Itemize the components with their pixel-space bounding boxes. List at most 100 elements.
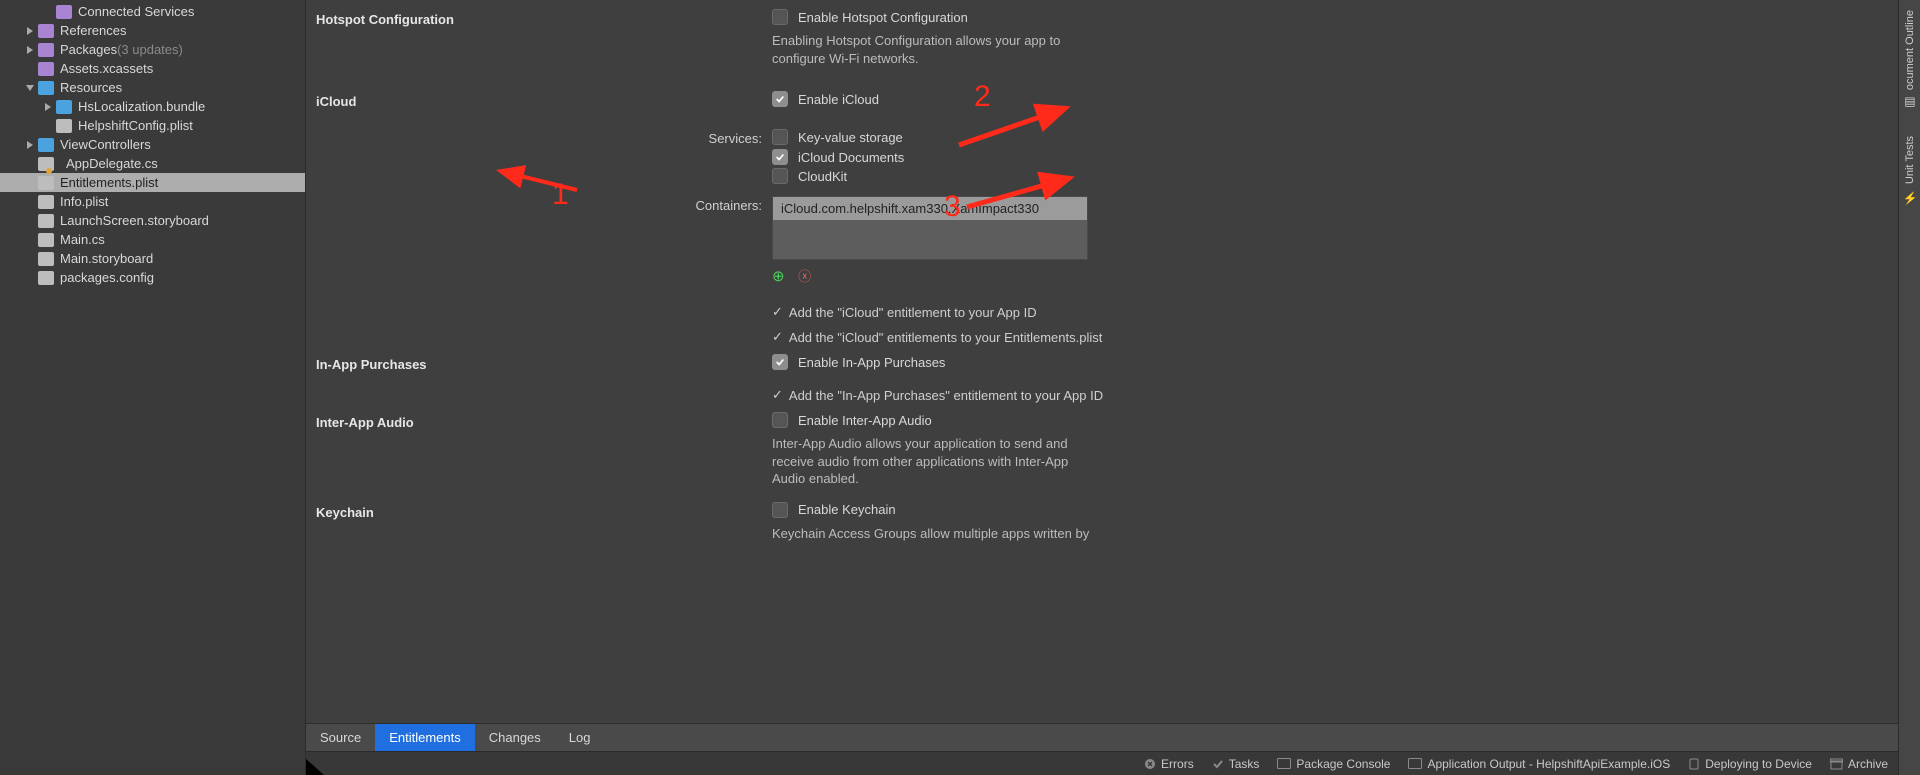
tree-item-label: Entitlements.plist: [60, 175, 158, 190]
tree-item[interactable]: Connected Services: [0, 2, 305, 21]
tree-item-label: ViewControllers: [60, 137, 151, 152]
status-archive[interactable]: Archive: [1830, 757, 1888, 771]
label-enable-keychain: Enable Keychain: [798, 502, 896, 517]
folder-icon: [38, 62, 54, 76]
disclosure-triangle-icon[interactable]: [27, 46, 33, 54]
checkbox-enable-iaa[interactable]: [772, 412, 788, 428]
warning-dot-icon: [46, 168, 52, 174]
output-icon: [1408, 758, 1422, 769]
tree-item-label: packages.config: [60, 270, 154, 285]
section-iaa: Inter-App Audio: [316, 412, 772, 430]
add-container-button[interactable]: ⊕: [772, 268, 785, 285]
disclosure-triangle-icon[interactable]: [27, 27, 33, 35]
status-application-output[interactable]: Application Output - HelpshiftApiExample…: [1408, 757, 1670, 771]
checkbox-kv-storage[interactable]: [772, 129, 788, 145]
tree-item[interactable]: Info.plist: [0, 192, 305, 211]
status-errors[interactable]: Errors: [1144, 757, 1194, 771]
status-tasks[interactable]: Tasks: [1212, 757, 1260, 771]
archive-icon: [1830, 758, 1843, 770]
folder-icon: [38, 81, 54, 95]
tree-item[interactable]: Packages (3 updates): [0, 40, 305, 59]
dock-document-outline[interactable]: ▤ocument Outline: [1903, 0, 1917, 126]
console-icon: [1277, 758, 1291, 769]
tree-item[interactable]: ViewControllers: [0, 135, 305, 154]
containers-list[interactable]: iCloud.com.helpshift.xam330.XamImpact330: [772, 196, 1088, 260]
file-icon: [38, 233, 54, 247]
right-dock: ▤ocument Outline ⚡Unit Tests: [1898, 0, 1920, 775]
folder-icon: [38, 138, 54, 152]
tree-item[interactable]: References: [0, 21, 305, 40]
checkbox-icloud-documents[interactable]: [772, 149, 788, 165]
checkbox-enable-icloud[interactable]: [772, 91, 788, 107]
file-icon: [56, 119, 72, 133]
section-icloud: iCloud: [316, 91, 772, 109]
label-kv-storage: Key-value storage: [798, 130, 903, 145]
section-hotspot: Hotspot Configuration: [316, 9, 772, 27]
tree-item[interactable]: LaunchScreen.storyboard: [0, 211, 305, 230]
folder-icon: [56, 100, 72, 114]
tab-log[interactable]: Log: [555, 724, 605, 751]
label-enable-icloud: Enable iCloud: [798, 92, 879, 107]
tree-item-label: Info.plist: [60, 194, 108, 209]
bolt-icon: ⚡: [1903, 190, 1917, 205]
tree-item-label: Main.cs: [60, 232, 105, 247]
remove-container-button[interactable]: ⓧ: [798, 269, 811, 284]
check-icon: [1212, 758, 1224, 770]
tree-item[interactable]: HsLocalization.bundle: [0, 97, 305, 116]
tab-changes[interactable]: Changes: [475, 724, 555, 751]
status-bar: Errors Tasks Package Console Application…: [306, 751, 1898, 775]
tree-item-label: References: [60, 23, 126, 38]
status-package-console[interactable]: Package Console: [1277, 757, 1390, 771]
disclosure-triangle-icon[interactable]: [27, 141, 33, 149]
tab-entitlements[interactable]: Entitlements: [375, 724, 475, 751]
label-cloudkit: CloudKit: [798, 169, 847, 184]
checkbox-enable-iap[interactable]: [772, 354, 788, 370]
file-icon: [38, 252, 54, 266]
checkbox-cloudkit[interactable]: [772, 168, 788, 184]
deploy-icon: [1688, 758, 1700, 770]
entitlements-editor: Hotspot Configuration Enable Hotspot Con…: [306, 0, 1898, 723]
folder-icon: [38, 43, 54, 57]
tip-iap: Add the "In-App Purchases" entitlement t…: [772, 387, 1103, 403]
section-iap: In-App Purchases: [316, 354, 772, 372]
tree-item-label: Resources: [60, 80, 122, 95]
tree-item[interactable]: Assets.xcassets: [0, 59, 305, 78]
label-services: Services:: [316, 129, 772, 146]
checkbox-enable-hotspot[interactable]: [772, 9, 788, 25]
status-deploying[interactable]: Deploying to Device: [1688, 757, 1812, 771]
file-icon: [38, 176, 54, 190]
tree-item[interactable]: Main.cs: [0, 230, 305, 249]
hint-keychain: Keychain Access Groups allow multiple ap…: [772, 525, 1089, 543]
tree-item[interactable]: HelpshiftConfig.plist: [0, 116, 305, 135]
tree-item[interactable]: Resources: [0, 78, 305, 97]
tab-source[interactable]: Source: [306, 724, 375, 751]
tree-item[interactable]: Main.storyboard: [0, 249, 305, 268]
tree-item[interactable]: packages.config: [0, 268, 305, 287]
tree-item-label: HsLocalization.bundle: [78, 99, 205, 114]
hint-iaa: Inter-App Audio allows your application …: [772, 435, 1092, 488]
outline-icon: ▤: [1903, 96, 1917, 110]
tree-item-label: Connected Services: [78, 4, 194, 19]
solution-explorer[interactable]: Connected Services References Packages (3 …: [0, 0, 306, 775]
tree-item[interactable]: AppDelegate.cs: [0, 154, 305, 173]
folder-icon: [56, 5, 72, 19]
tip-icloud-1: Add the "iCloud" entitlement to your App…: [772, 304, 1037, 320]
label-enable-hotspot: Enable Hotspot Configuration: [798, 10, 968, 25]
file-icon: [38, 195, 54, 209]
checkbox-enable-keychain[interactable]: [772, 502, 788, 518]
container-item[interactable]: iCloud.com.helpshift.xam330.XamImpact330: [773, 197, 1087, 220]
file-icon: [38, 271, 54, 285]
tree-item-label: AppDelegate.cs: [66, 156, 158, 171]
editor-tabbar: Source Entitlements Changes Log: [306, 723, 1898, 751]
tree-item[interactable]: Entitlements.plist: [0, 173, 305, 192]
disclosure-triangle-icon[interactable]: [26, 85, 34, 91]
section-keychain: Keychain: [316, 502, 772, 520]
tree-item-label: Packages: [60, 42, 117, 57]
dock-unit-tests[interactable]: ⚡Unit Tests: [1903, 126, 1917, 221]
tree-item-label: Main.storyboard: [60, 251, 153, 266]
tree-item-label: LaunchScreen.storyboard: [60, 213, 209, 228]
editor-area: Hotspot Configuration Enable Hotspot Con…: [306, 0, 1898, 775]
disclosure-triangle-icon[interactable]: [45, 103, 51, 111]
tree-item-label: HelpshiftConfig.plist: [78, 118, 193, 133]
label-containers: Containers:: [316, 196, 772, 213]
